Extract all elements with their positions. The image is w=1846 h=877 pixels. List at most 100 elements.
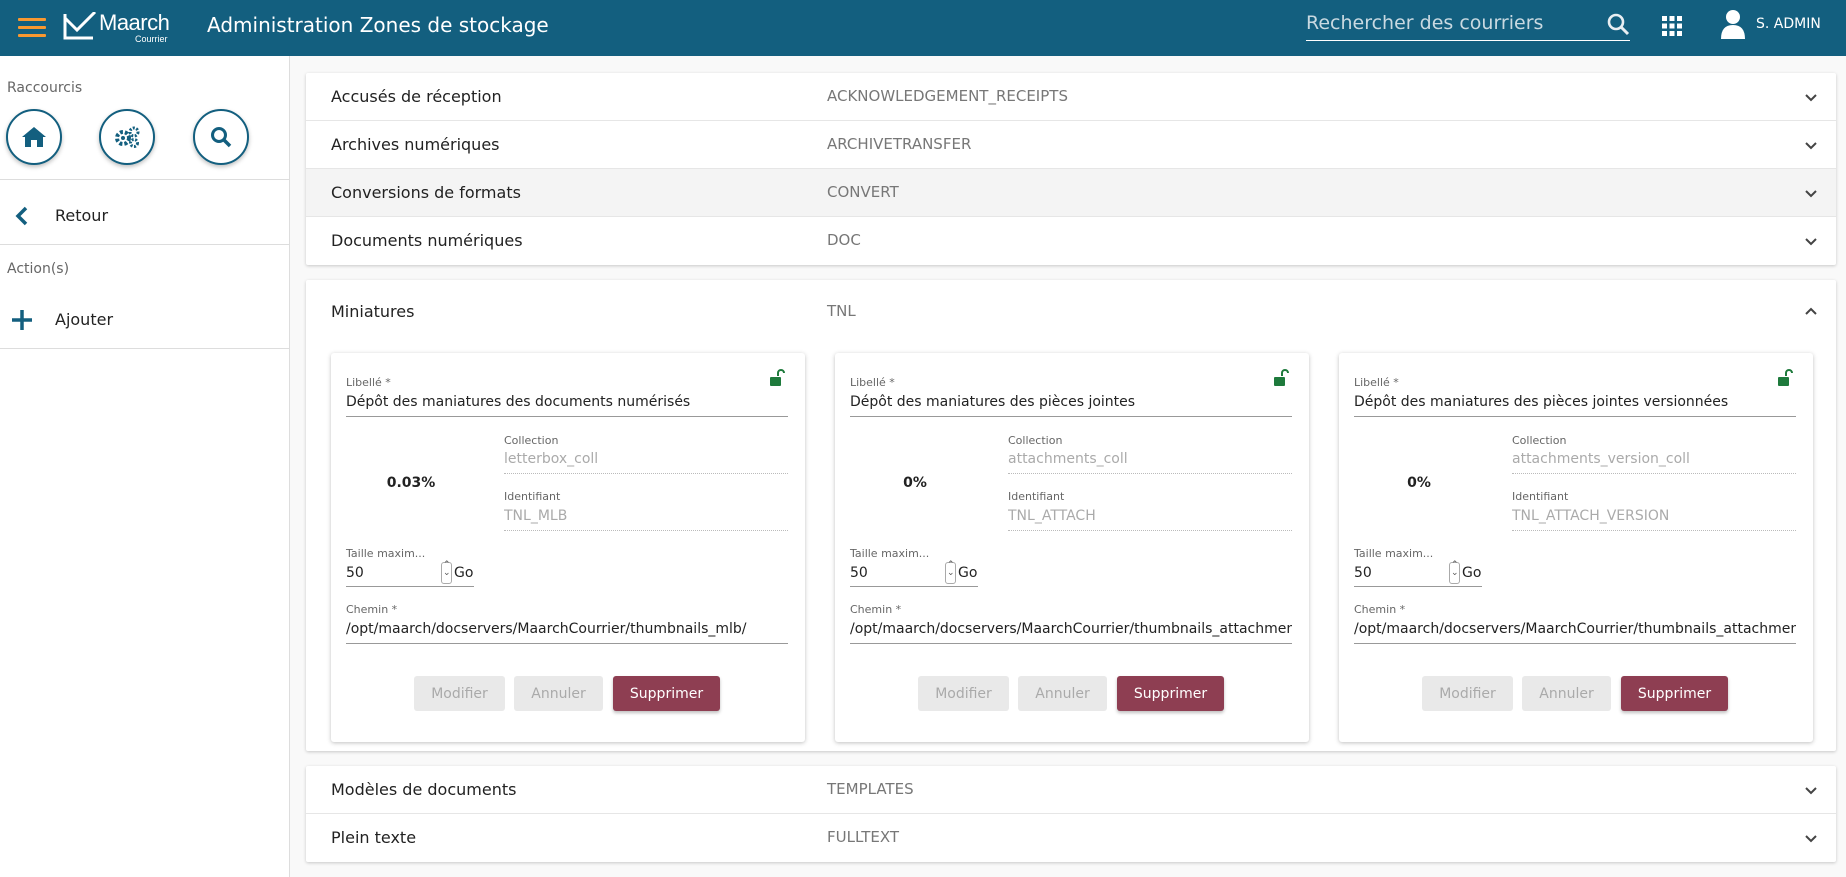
field-underline: [504, 530, 788, 531]
add-button[interactable]: Ajouter: [0, 294, 290, 344]
libelle-input[interactable]: Dépôt des maniatures des pièces jointes …: [1354, 394, 1794, 410]
chemin-input[interactable]: /opt/maarch/docservers/MaarchCourrier/th…: [850, 621, 1292, 637]
user-icon[interactable]: [1720, 9, 1746, 39]
search-icon[interactable]: [1606, 12, 1630, 36]
taille-stepper[interactable]: [945, 560, 956, 584]
collection-field: attachments_coll: [1008, 451, 1128, 467]
zone-code: CONVERT: [827, 183, 899, 201]
zone-row-doc[interactable]: Documents numériques DOC: [306, 217, 1836, 265]
hamburger-menu-icon[interactable]: [18, 14, 46, 40]
delete-button[interactable]: Supprimer: [613, 676, 720, 711]
home-shortcut-button[interactable]: [6, 109, 62, 165]
zone-panel-header[interactable]: Miniatures TNL: [306, 280, 1836, 344]
identifiant-label: Identifiant: [1512, 490, 1569, 503]
chevron-left-icon: [15, 206, 28, 226]
field-underline: [1354, 643, 1796, 644]
libelle-label: Libellé *: [850, 376, 895, 389]
chevron-down-icon: [1805, 142, 1817, 150]
zone-row-templates[interactable]: Modèles de documents TEMPLATES: [306, 766, 1836, 814]
unlock-icon[interactable]: [1273, 369, 1289, 387]
zones-list-bottom: Modèles de documents TEMPLATES Plein tex…: [306, 766, 1836, 862]
top-bar: Maarch Courrier Administration Zones de …: [0, 0, 1846, 56]
unlock-icon[interactable]: [769, 369, 785, 387]
modify-button[interactable]: Modifier: [1422, 676, 1513, 711]
zone-code: DOC: [827, 231, 861, 249]
taille-input[interactable]: 50: [850, 565, 940, 581]
taille-input[interactable]: 50: [1354, 565, 1444, 581]
chemin-input[interactable]: /opt/maarch/docservers/MaarchCourrier/th…: [346, 621, 788, 637]
search-input[interactable]: [1306, 8, 1596, 38]
zone-code: TNL: [827, 302, 856, 320]
zone-label: Archives numériques: [331, 135, 500, 154]
field-underline: [1512, 530, 1796, 531]
sidebar-divider: [0, 179, 290, 180]
cancel-button[interactable]: Annuler: [1522, 676, 1611, 711]
collection-label: Collection: [1512, 434, 1567, 447]
zone-panel-tnl: Miniatures TNL Libellé * Dépôt des mania…: [306, 280, 1836, 751]
taille-input[interactable]: 50: [346, 565, 436, 581]
taille-stepper[interactable]: [1449, 560, 1460, 584]
cancel-button[interactable]: Annuler: [1018, 676, 1107, 711]
collection-field: attachments_version_coll: [1512, 451, 1690, 467]
field-underline: [504, 473, 788, 474]
collection-field: letterbox_coll: [504, 451, 599, 467]
taille-label: Taille maxim...: [346, 547, 426, 560]
zone-label: Documents numériques: [331, 231, 523, 250]
identifiant-field: TNL_MLB: [504, 508, 568, 524]
zone-code: ARCHIVETRANSFER: [827, 135, 972, 153]
zone-row-convert[interactable]: Conversions de formats CONVERT: [306, 169, 1836, 217]
apps-grid-icon[interactable]: [1661, 15, 1683, 37]
field-underline: [1008, 530, 1292, 531]
docserver-card: Libellé * Dépôt des maniatures des docum…: [331, 353, 805, 742]
chevron-down-icon: [1805, 190, 1817, 198]
field-underline: [1512, 473, 1796, 474]
libelle-input[interactable]: Dépôt des maniatures des documents numér…: [346, 394, 786, 410]
zone-label: Conversions de formats: [331, 183, 521, 202]
libelle-input[interactable]: Dépôt des maniatures des pièces jointes: [850, 394, 1290, 410]
search-icon: [211, 127, 232, 148]
add-label: Ajouter: [55, 309, 114, 329]
field-underline: [346, 586, 474, 587]
taille-stepper[interactable]: [441, 560, 452, 584]
taille-unit: Go: [454, 565, 474, 581]
identifiant-field: TNL_ATTACH_VERSION: [1512, 508, 1670, 524]
libelle-label: Libellé *: [346, 376, 391, 389]
taille-label: Taille maxim...: [1354, 547, 1434, 560]
search-shortcut-button[interactable]: [193, 109, 249, 165]
modify-button[interactable]: Modifier: [918, 676, 1009, 711]
zone-code: FULLTEXT: [827, 828, 900, 846]
user-name[interactable]: S. ADMIN: [1756, 16, 1821, 32]
unlock-icon[interactable]: [1777, 369, 1793, 387]
zone-code: TEMPLATES: [827, 780, 914, 798]
chevron-down-icon: [1805, 94, 1817, 102]
zone-row-archivetransfer[interactable]: Archives numériques ARCHIVETRANSFER: [306, 121, 1836, 169]
cancel-button[interactable]: Annuler: [514, 676, 603, 711]
chemin-input[interactable]: /opt/maarch/docservers/MaarchCourrier/th…: [1354, 621, 1796, 637]
admin-shortcut-button[interactable]: [99, 109, 155, 165]
logo-subtext: Courrier: [135, 34, 168, 44]
docserver-card: Libellé * Dépôt des maniatures des pièce…: [835, 353, 1309, 742]
logo-text: Maarch: [99, 10, 170, 35]
modify-button[interactable]: Modifier: [414, 676, 505, 711]
field-underline: [346, 416, 788, 417]
field-underline: [346, 643, 788, 644]
maarch-logo[interactable]: Maarch Courrier: [63, 8, 173, 48]
field-underline: [850, 586, 978, 587]
chemin-label: Chemin *: [850, 603, 902, 616]
plus-icon: [12, 310, 32, 330]
sidebar-divider: [0, 244, 290, 245]
delete-button[interactable]: Supprimer: [1621, 676, 1728, 711]
back-label: Retour: [55, 205, 109, 225]
identifiant-label: Identifiant: [1008, 490, 1065, 503]
taille-unit: Go: [958, 565, 978, 581]
zone-row-fulltext[interactable]: Plein texte FULLTEXT: [306, 814, 1836, 862]
back-link[interactable]: Retour: [0, 190, 290, 240]
zones-list-top: Accusés de réception ACKNOWLEDGEMENT_REC…: [306, 73, 1836, 265]
home-icon: [22, 127, 46, 147]
collection-label: Collection: [504, 434, 559, 447]
zone-row-acknowledgement[interactable]: Accusés de réception ACKNOWLEDGEMENT_REC…: [306, 73, 1836, 121]
delete-button[interactable]: Supprimer: [1117, 676, 1224, 711]
taille-unit: Go: [1462, 565, 1482, 581]
identifiant-label: Identifiant: [504, 490, 561, 503]
chevron-down-icon: [1805, 238, 1817, 246]
